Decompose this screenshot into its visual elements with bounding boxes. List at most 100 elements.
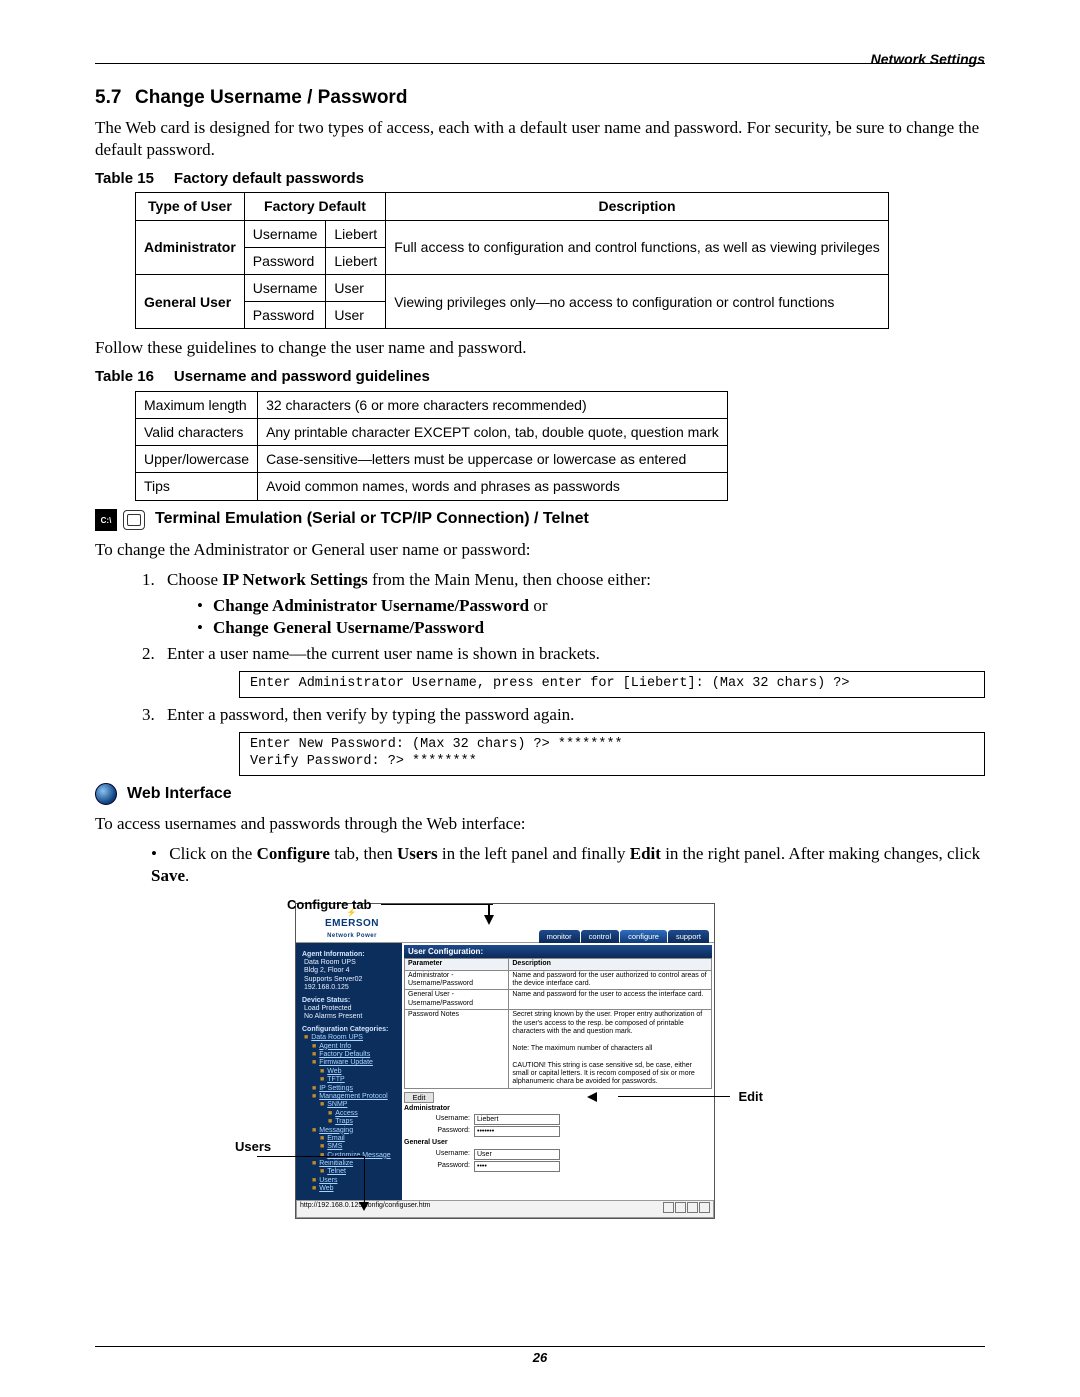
sidebar-link[interactable]: SMS [327, 1143, 342, 1150]
sidebar-text: Load Protected [304, 1005, 398, 1013]
sidebar-text: Data Room UPS [304, 959, 398, 967]
table16-title: Username and password guidelines [174, 368, 430, 385]
text-bold: Change General Username/Password [213, 618, 484, 637]
admin-username-input[interactable]: Liebert [474, 1114, 560, 1125]
sidebar-link[interactable]: Access [335, 1110, 358, 1117]
general-username-input[interactable]: User [474, 1149, 560, 1160]
cell-general-username-value: User [326, 274, 386, 301]
sidebar-item-factory-defaults[interactable]: Factory Defaults [312, 1051, 398, 1059]
field-row: Password: ••••••• [428, 1126, 712, 1137]
cell-value: Name and password for the user authorize… [509, 970, 712, 990]
sidebar-link[interactable]: TFTP [327, 1076, 345, 1083]
sidebar-link[interactable]: Web [327, 1068, 341, 1075]
sidebar-item-access[interactable]: Access [328, 1110, 398, 1118]
table16-number: Table 16 [95, 368, 154, 385]
tab-monitor[interactable]: monitor [539, 930, 580, 943]
sub-item: Change Administrator Username/Password o… [197, 595, 985, 617]
sidebar-link[interactable]: Agent Info [319, 1043, 351, 1050]
page-number: 26 [0, 1350, 1080, 1367]
group-label-administrator: Administrator [404, 1105, 712, 1113]
sidebar-link[interactable]: Telnet [327, 1168, 346, 1175]
field-row: Username: User [428, 1149, 712, 1160]
cell-general-username-field: Username [244, 274, 326, 301]
sidebar-item-telnet[interactable]: Telnet [320, 1168, 398, 1176]
th-factory-default: Factory Default [244, 193, 385, 220]
sidebar-item-users[interactable]: Users [312, 1177, 398, 1185]
embedded-screenshot: ⚡ EMERSON Network Power monitor control … [295, 903, 715, 1219]
sidebar-text: No Alarms Present [304, 1013, 398, 1021]
edit-button[interactable]: Edit [404, 1092, 434, 1103]
cell-key: General User - Username/Password [405, 990, 509, 1010]
sidebar-link[interactable]: Data Room UPS [311, 1034, 363, 1041]
sidebar-link[interactable]: Email [327, 1135, 345, 1142]
cell-key: Maximum length [136, 391, 258, 418]
text-bold: Save [151, 866, 185, 885]
tab-configure[interactable]: configure [620, 930, 667, 943]
table-row: General User - Username/Password Name an… [405, 990, 712, 1010]
th-description: Description [509, 959, 712, 970]
sidebar-item-root[interactable]: Data Room UPS [304, 1034, 398, 1042]
text: in the left panel and finally [438, 844, 630, 863]
admin-password-input[interactable]: ••••••• [474, 1126, 560, 1137]
sidebar-heading-device-status: Device Status: [302, 997, 398, 1005]
cell-admin-username-value: Liebert [326, 220, 386, 247]
tab-control[interactable]: control [581, 930, 620, 943]
sub-item: Change General Username/Password [197, 617, 985, 639]
sidebar-link[interactable]: Reinitialize [319, 1160, 353, 1167]
table-row: Valid characters Any printable character… [136, 419, 728, 446]
web-heading-row: Web Interface [95, 784, 985, 805]
sidebar-item-firmware-update[interactable]: Firmware Update [312, 1059, 398, 1067]
terminal-heading: Terminal Emulation (Serial or TCP/IP Con… [155, 509, 589, 530]
sidebar-item-snmp[interactable]: SNMP [320, 1101, 398, 1109]
sidebar-link[interactable]: Firmware Update [319, 1059, 373, 1066]
sidebar-heading-config-categories: Configuration Categories: [302, 1026, 398, 1034]
cell-value: Name and password for the user to access… [509, 990, 712, 1010]
screenshot-main: User Configuration: Parameter Descriptio… [402, 943, 714, 1200]
tab-support[interactable]: support [668, 930, 709, 943]
main-titlebar: User Configuration: [404, 945, 712, 959]
sidebar-item-traps[interactable]: Traps [328, 1118, 398, 1126]
sidebar-link[interactable]: Messaging [319, 1127, 353, 1134]
sidebar-item-email[interactable]: Email [320, 1135, 398, 1143]
step-1-sublist: Change Administrator Username/Password o… [197, 595, 985, 639]
sidebar-link[interactable]: Users [319, 1177, 337, 1184]
left-arrow-icon [587, 1092, 597, 1102]
sidebar-item-management-protocol[interactable]: Management Protocol [312, 1093, 398, 1101]
sidebar-item-web[interactable]: Web [320, 1068, 398, 1076]
text: . [185, 866, 189, 885]
sidebar-item-ip-settings[interactable]: IP Settings [312, 1085, 398, 1093]
callout-line [618, 1096, 730, 1097]
sidebar-item-sms[interactable]: SMS [320, 1143, 398, 1151]
down-arrow-icon [484, 915, 494, 925]
sidebar-item-agent-info[interactable]: Agent Info [312, 1043, 398, 1051]
section-number: 5.7 [95, 86, 135, 111]
cell-key: Upper/lowercase [136, 446, 258, 473]
sidebar-item-web2[interactable]: Web [312, 1185, 398, 1193]
screenshot-tabs: monitor control configure support [539, 930, 710, 943]
screenshot-body: Agent Information: Data Room UPS Bldg 2,… [296, 943, 714, 1200]
sidebar-link[interactable]: Management Protocol [319, 1093, 387, 1100]
table-row: Password Notes Secret string known by th… [405, 1010, 712, 1089]
cell-admin-description: Full access to configuration and control… [386, 220, 889, 274]
cell-general-password-field: Password [244, 302, 326, 329]
callout-label-users: Users [235, 1139, 271, 1156]
callout-line [364, 1156, 365, 1203]
sidebar-item-tftp[interactable]: TFTP [320, 1076, 398, 1084]
general-password-input[interactable]: •••• [474, 1161, 560, 1172]
sidebar-link[interactable]: Factory Defaults [319, 1051, 370, 1058]
cell-value: Avoid common names, words and phrases as… [258, 473, 728, 500]
sidebar-item-reinitialize[interactable]: Reinitialize [312, 1160, 398, 1168]
cell-value: Case-sensitive—letters must be uppercase… [258, 446, 728, 473]
sidebar-item-messaging[interactable]: Messaging [312, 1127, 398, 1135]
sidebar-link[interactable]: Web [319, 1185, 333, 1192]
sidebar-link[interactable]: Traps [335, 1118, 353, 1125]
text-bold: Edit [630, 844, 661, 863]
table-row: Upper/lowercase Case-sensitive—letters m… [136, 446, 728, 473]
table16-caption: Table 16 Username and password guidelines [95, 367, 985, 387]
sidebar-link[interactable]: SNMP [327, 1101, 347, 1108]
sidebar-text: Bldg 2, Floor 4 [304, 967, 398, 975]
cell-admin-username-field: Username [244, 220, 326, 247]
cell-admin-password-value: Liebert [326, 247, 386, 274]
field-row: Username: Liebert [428, 1114, 712, 1125]
sidebar-link[interactable]: IP Settings [319, 1085, 353, 1092]
